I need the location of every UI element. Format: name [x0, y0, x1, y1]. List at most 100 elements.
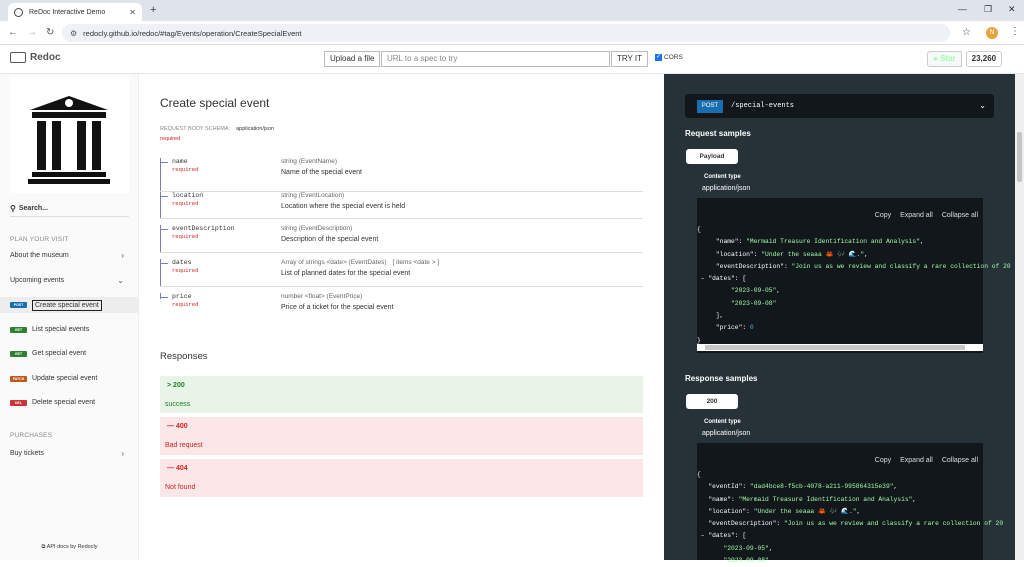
sidebar-item-update-special-event[interactable]: PATCH Update special event	[10, 375, 130, 382]
request-body-schema: REQUEST BODY SCHEMA: application/json	[160, 126, 274, 132]
json-key: "price"	[715, 324, 743, 332]
response-sample-panel: Content type application/json Copy Expand…	[697, 415, 1003, 564]
delete-badge: DEL	[10, 399, 27, 406]
sidebar-item-get-special-event[interactable]: GET Get special event	[10, 350, 130, 357]
main-content: Create special event REQUEST BODY SCHEMA…	[139, 74, 664, 560]
new-tab-icon[interactable]: +	[150, 4, 156, 16]
tree-line	[160, 259, 168, 286]
response-tab-200[interactable]: 200	[686, 394, 738, 409]
horizontal-scrollbar[interactable]	[697, 344, 983, 351]
response-400[interactable]: — 400 Bad request	[160, 417, 643, 455]
param-description: Name of the special event	[281, 169, 362, 176]
json-brace: {	[697, 471, 701, 478]
site-info-icon[interactable]: ⚙	[70, 29, 77, 38]
browser-tab[interactable]: ReDoc Interactive Demo ✕	[8, 3, 142, 21]
request-json: { "name": "Mermaid Treasure Identificati…	[697, 226, 1011, 344]
schema-type: application/json	[236, 126, 275, 132]
sidebar-item-about[interactable]: About the museum ›	[10, 251, 130, 260]
response-404[interactable]: — 404 Not found	[160, 459, 643, 497]
bookmark-star-icon[interactable]: ☆	[962, 27, 971, 38]
close-tab-icon[interactable]: ✕	[129, 8, 136, 17]
content-type-box[interactable]: Content type application/json	[697, 415, 983, 443]
sidebar-item-list-special-events[interactable]: GET List special events	[10, 326, 130, 333]
search-box[interactable]: ⚲ Search...	[10, 204, 48, 213]
chevron-down-icon: ⌄	[117, 276, 124, 285]
param-name: dates	[172, 259, 192, 266]
body-required: required	[160, 136, 181, 142]
search-placeholder: Search...	[18, 205, 49, 212]
param-required: required	[172, 301, 199, 308]
page-scrollbar[interactable]	[1015, 74, 1024, 560]
collapse-all-button[interactable]: Collapse all	[942, 212, 978, 219]
minus-icon: —	[167, 465, 174, 472]
github-star-button[interactable]: ● Star	[927, 51, 962, 67]
museum-logo	[10, 76, 129, 193]
back-icon[interactable]: ←	[8, 27, 18, 38]
sidebar-item-buy-tickets[interactable]: Buy tickets ›	[10, 449, 130, 458]
json-value: "2023-09-08"	[723, 557, 769, 565]
sidebar-item-upcoming-events[interactable]: Upcoming events ⌄	[10, 276, 130, 285]
param-name: eventDescription	[172, 225, 235, 232]
json-key: "dates"	[708, 275, 735, 283]
response-200[interactable]: > 200 success	[160, 376, 643, 413]
copy-button[interactable]: Copy	[875, 212, 891, 219]
json-key: "name"	[715, 238, 739, 246]
endpoint-path: /special-events	[731, 102, 795, 110]
param-row-event-description: eventDescription required string (EventD…	[160, 225, 643, 253]
param-description: Description of the special event	[281, 236, 379, 243]
browser-menu-icon[interactable]: ⋮	[1010, 26, 1020, 37]
copy-button[interactable]: Copy	[875, 457, 891, 464]
redoc-logo[interactable]: Redoc	[10, 52, 61, 63]
close-window-icon[interactable]: ✕	[1008, 4, 1016, 15]
tree-line	[160, 192, 168, 218]
param-description: Location where the special event is held	[281, 203, 406, 210]
redocly-footer-link[interactable]: ⧉ API docs by Redocly	[0, 544, 139, 551]
museum-building-icon	[28, 96, 110, 184]
param-type: string (EventLocation)	[281, 192, 344, 199]
reload-icon[interactable]: ↻	[46, 27, 54, 38]
forward-icon[interactable]: →	[27, 27, 37, 38]
endpoint-header[interactable]: POST /special-events ⌄	[685, 94, 994, 118]
payload-tab[interactable]: Payload	[686, 149, 738, 164]
post-badge: POST	[10, 302, 27, 308]
cors-checkbox[interactable]: ✓	[655, 54, 662, 61]
param-row-name: name required string (EventName) Name of…	[160, 158, 643, 192]
samples-panel: POST /special-events ⌄ Request samples P…	[664, 74, 1015, 564]
param-type-text: string (EventDescription)	[281, 225, 353, 232]
star-count[interactable]: 23,260	[965, 51, 1003, 67]
sidebar-item-delete-special-event[interactable]: DEL Delete special event	[10, 399, 130, 406]
collapse-toggle-icon[interactable]: –	[701, 532, 705, 539]
scrollbar-thumb[interactable]	[1017, 132, 1022, 182]
request-sample-panel: Content type application/json Copy Expand…	[697, 170, 1011, 353]
method-badge: POST	[697, 100, 723, 113]
param-description: Price of a ticket for the special event	[281, 304, 394, 311]
sidebar-item-label: List special events	[32, 326, 90, 333]
redocly-icon: ⧉	[41, 544, 46, 550]
expand-all-button[interactable]: Expand all	[900, 457, 933, 464]
response-code-text: 200	[173, 382, 185, 389]
param-row-dates: dates required Array of strings <date> (…	[160, 259, 643, 287]
try-it-button[interactable]: TRY IT	[611, 51, 649, 67]
response-code-text: 404	[175, 465, 188, 472]
minimize-icon[interactable]: —	[958, 4, 967, 14]
param-row-price: price required number <float> (EventPric…	[160, 293, 643, 321]
spec-url-input[interactable]: URL to a spec to try	[381, 51, 610, 67]
collapse-toggle-icon[interactable]: –	[701, 275, 705, 282]
profile-avatar[interactable]: N	[986, 27, 998, 39]
param-type: Array of strings <date> (EventDates) [ it…	[281, 259, 439, 266]
cors-toggle[interactable]: ✓ CORS	[655, 54, 683, 61]
json-key: "eventDescription"	[715, 262, 784, 270]
param-required: required	[172, 200, 199, 207]
expand-all-button[interactable]: Expand all	[900, 212, 933, 219]
chevron-right-icon: >	[167, 382, 172, 389]
browser-tab-bar: ReDoc Interactive Demo ✕ + — ❐ ✕	[0, 0, 1024, 21]
url-field[interactable]: ⚙ redocly.github.io/redoc/#tag/Events/op…	[62, 24, 950, 42]
param-row-location: location required string (EventLocation)…	[160, 192, 643, 219]
collapse-all-button[interactable]: Collapse all	[942, 457, 978, 464]
json-value: "2023-09-05"	[723, 544, 769, 552]
sidebar-item-create-special-event[interactable]: POST Create special event	[0, 297, 139, 313]
response-code: > 200	[167, 382, 185, 389]
maximize-icon[interactable]: ❐	[984, 4, 992, 15]
content-type-box[interactable]: Content type application/json	[697, 170, 983, 198]
upload-file-button[interactable]: Upload a file	[324, 51, 381, 67]
